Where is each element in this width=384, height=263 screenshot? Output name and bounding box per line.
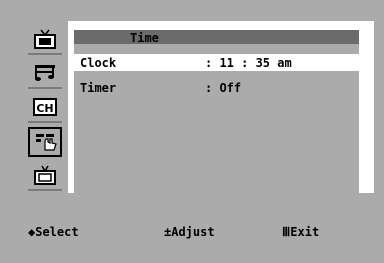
- sidebar-item-channel[interactable]: CH: [28, 93, 62, 123]
- sidebar-item-input[interactable]: [28, 161, 62, 191]
- setup-hand-icon: [36, 134, 57, 151]
- title-bar: [74, 30, 359, 44]
- row-label: Timer: [80, 81, 117, 95]
- menu-row-timer[interactable]: Timer : Off: [74, 79, 359, 96]
- row-value: : 11 : 35 am: [205, 56, 292, 70]
- sidebar-item-sound[interactable]: [28, 59, 62, 89]
- footer-help-bar: ◆Select ±Adjust ⅢExit: [24, 224, 374, 240]
- row-label: Clock: [80, 56, 117, 70]
- select-label: Select: [35, 225, 79, 239]
- exit-label: Exit: [290, 225, 320, 239]
- channel-icon: CH: [33, 98, 57, 116]
- exit-hint: ⅢExit: [282, 225, 319, 239]
- adjust-label: Adjust: [171, 225, 215, 239]
- menu-title: Time: [130, 31, 159, 45]
- select-hint: ◆Select: [28, 225, 79, 239]
- row-value: : Off: [205, 81, 242, 95]
- svg-text:CH: CH: [36, 102, 53, 115]
- sidebar-item-setup[interactable]: [28, 127, 62, 157]
- tv-picture-icon: [34, 29, 56, 49]
- sidebar: CH: [24, 21, 68, 193]
- adjust-hint: ±Adjust: [164, 225, 215, 239]
- sidebar-item-picture[interactable]: [28, 25, 62, 55]
- music-sound-icon: [35, 65, 55, 81]
- input-tv-icon: [34, 165, 56, 185]
- menu-row-clock[interactable]: Clock : 11 : 35 am: [74, 54, 359, 71]
